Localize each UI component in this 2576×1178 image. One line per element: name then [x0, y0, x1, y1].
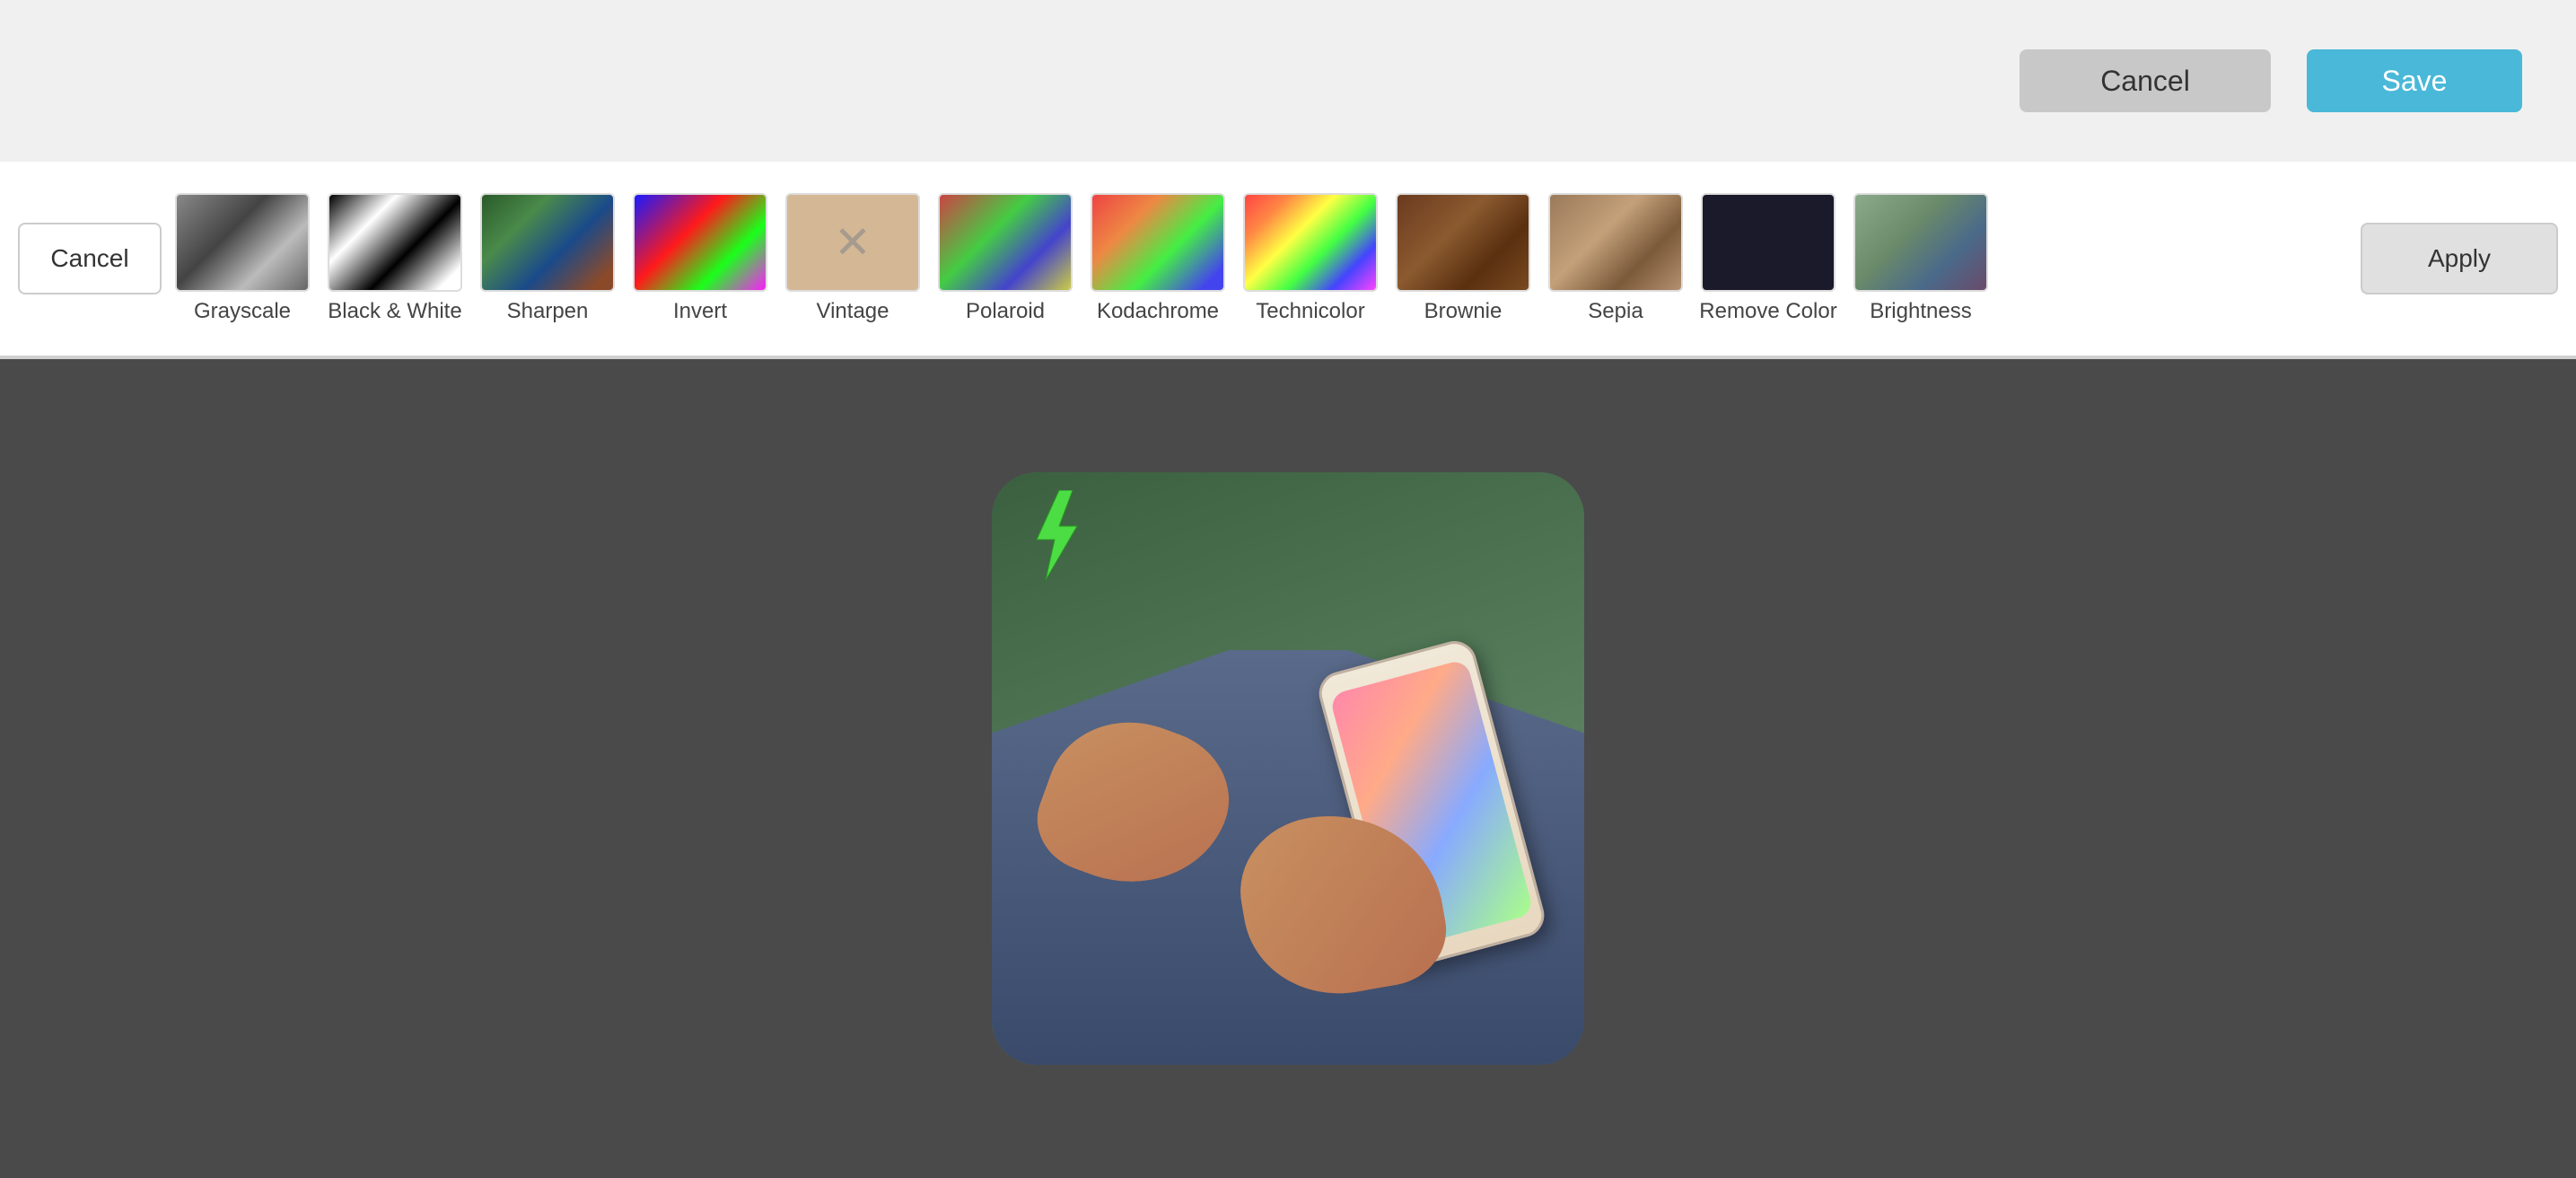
filter-item-kodachrome[interactable]: Kodachrome	[1086, 193, 1230, 324]
cancel-button-strip[interactable]: Cancel	[18, 223, 162, 294]
lightning-icon	[1028, 490, 1082, 580]
filter-label-sepia: Sepia	[1588, 299, 1643, 324]
filter-thumb-grayscale	[175, 193, 310, 292]
filter-item-brownie[interactable]: Brownie	[1391, 193, 1535, 324]
filter-thumb-sepia	[1548, 193, 1683, 292]
filter-thumb-kodachrome	[1091, 193, 1225, 292]
filter-label-remove-color: Remove Color	[1699, 299, 1836, 324]
filter-item-technicolor[interactable]: Technicolor	[1239, 193, 1382, 324]
filter-item-vintage[interactable]: Vintage	[781, 193, 924, 324]
filter-item-sharpen[interactable]: Sharpen	[476, 193, 619, 324]
filter-thumb-brownie	[1396, 193, 1530, 292]
main-canvas	[0, 359, 2576, 1178]
filter-thumb-technicolor	[1243, 193, 1378, 292]
filter-thumb-invert	[633, 193, 767, 292]
cancel-button-top[interactable]: Cancel	[2020, 49, 2271, 112]
filter-thumb-brightness	[1853, 193, 1988, 292]
filter-label-sharpen: Sharpen	[507, 299, 589, 324]
filter-label-technicolor: Technicolor	[1256, 299, 1364, 324]
save-button[interactable]: Save	[2307, 49, 2522, 112]
filter-label-invert: Invert	[673, 299, 727, 324]
image-container	[992, 472, 1584, 1065]
filter-label-vintage: Vintage	[817, 299, 889, 324]
filter-thumb-bw	[328, 193, 462, 292]
filter-strip: Cancel Grayscale Black & White Sharpen Inve…	[0, 162, 2576, 359]
filter-item-polaroid[interactable]: Polaroid	[933, 193, 1077, 324]
filter-label-brownie: Brownie	[1424, 299, 1503, 324]
filter-item-remove-color[interactable]: Remove Color	[1696, 193, 1840, 324]
filter-item-sepia[interactable]: Sepia	[1544, 193, 1687, 324]
top-bar: Cancel Save	[0, 0, 2576, 162]
filter-label-grayscale: Grayscale	[194, 299, 291, 324]
filter-label-brightness: Brightness	[1870, 299, 1971, 324]
filter-item-bw[interactable]: Black & White	[323, 193, 467, 324]
filter-item-grayscale[interactable]: Grayscale	[171, 193, 314, 324]
filter-thumb-polaroid	[938, 193, 1073, 292]
filter-label-kodachrome: Kodachrome	[1097, 299, 1219, 324]
phone-scene	[992, 472, 1584, 1065]
filter-item-invert[interactable]: Invert	[628, 193, 772, 324]
filter-item-brightness[interactable]: Brightness	[1849, 193, 1993, 324]
apply-button[interactable]: Apply	[2361, 223, 2558, 294]
filter-label-bw: Black & White	[328, 299, 461, 324]
filter-thumb-sharpen	[480, 193, 615, 292]
filter-thumb-vintage	[785, 193, 920, 292]
filter-thumb-remove-color	[1701, 193, 1836, 292]
filter-label-polaroid: Polaroid	[966, 299, 1045, 324]
